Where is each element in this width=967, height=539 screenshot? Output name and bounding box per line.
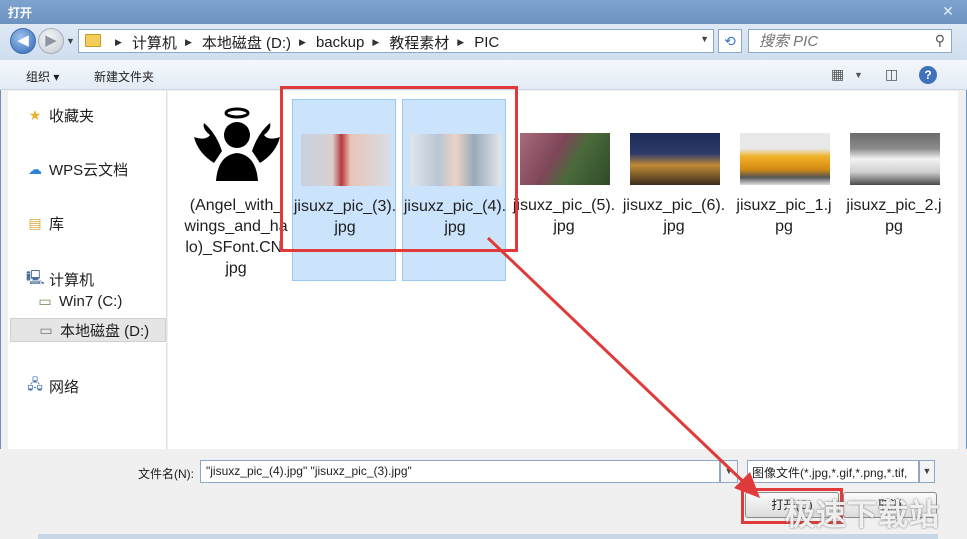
file-name: (Angel_with_wings_and_halo)_SFont.CN.jpg (184, 197, 288, 277)
file-item[interactable]: jisuxz_pic_1.jpg (732, 99, 836, 281)
file-name: jisuxz_pic_1.jpg (736, 197, 832, 235)
view-dropdown-icon[interactable]: ▼ (854, 70, 863, 80)
file-name: jisuxz_pic_2.jpg (846, 197, 942, 235)
file-type-select[interactable]: 图像文件(*.jpg,*.gif,*.png,*.tif, (747, 460, 919, 483)
filename-dropdown-icon[interactable]: ▼ (720, 460, 738, 483)
view-icon[interactable]: ▦ (831, 66, 844, 83)
nav-label: Win7 (C:) (59, 293, 123, 310)
nav-favorites[interactable]: ★ 收藏夹 (26, 105, 94, 126)
file-thumbnail (192, 103, 282, 189)
file-item[interactable]: jisuxz_pic_2.jpg (842, 99, 946, 281)
file-thumbnail (630, 133, 720, 185)
file-thumbnail (740, 133, 830, 185)
chevron-right-icon[interactable]: ▶ (457, 37, 464, 48)
nav-libraries[interactable]: ▤ 库 (26, 213, 64, 234)
organize-button[interactable]: 组织 ▾ (26, 68, 59, 85)
crumb-drive-d[interactable]: 本地磁盘 (D:) (202, 32, 291, 53)
star-icon: ★ (28, 107, 42, 123)
nav-label: 网络 (49, 378, 80, 396)
navigation-pane: ★ 收藏夹 ☁ WPS云文档 ▤ 库 🖳 计算机 ▭ Win7 (C:) ▭ 本… (8, 91, 167, 449)
file-thumbnail (520, 133, 610, 185)
new-folder-button[interactable]: 新建文件夹 (94, 68, 154, 85)
drive-icon: ▭ (39, 321, 53, 338)
nav-wps-cloud[interactable]: ☁ WPS云文档 (26, 159, 128, 180)
close-icon[interactable]: ✕ (939, 2, 957, 20)
nav-label: 库 (49, 216, 65, 233)
nav-label: 收藏夹 (49, 108, 95, 125)
filename-label: 文件名(N): (138, 467, 194, 481)
file-name: jisuxz_pic_(6).jpg (622, 197, 726, 235)
nav-network[interactable]: 🖧 网络 (26, 374, 79, 398)
computer-icon: 🖳 (26, 269, 45, 285)
search-input[interactable] (759, 32, 919, 50)
nav-label: 本地磁盘 (D:) (60, 322, 150, 340)
file-item[interactable]: (Angel_with_wings_and_halo)_SFont.CN.jpg (184, 99, 288, 281)
chevron-right-icon[interactable]: ▶ (372, 37, 379, 48)
watermark-text: 极速下载站 (785, 499, 940, 532)
bottom-strip (38, 534, 938, 539)
refresh-button[interactable]: ⟲ (718, 29, 742, 53)
nav-label: 计算机 (49, 271, 95, 289)
window-title: 打开 (8, 6, 33, 20)
preview-pane-icon[interactable]: ◫ (885, 66, 898, 83)
crumb-pic[interactable]: PIC (474, 34, 499, 51)
search-icon[interactable]: ⚲ (935, 32, 945, 49)
breadcrumb: ▶ 计算机 ▶ 本地磁盘 (D:) ▶ backup ▶ 教程素材 ▶ PIC (107, 32, 499, 52)
refresh-icon: ⟲ (724, 33, 736, 49)
address-dropdown-icon[interactable]: ▼ (700, 34, 709, 44)
address-row: ◀ ▶ ▼ ▶ 计算机 ▶ 本地磁盘 (D:) ▶ backup ▶ 教程素材 … (0, 24, 967, 60)
crumb-tutorial[interactable]: 教程素材 (389, 32, 449, 53)
nav-label: WPS云文档 (49, 162, 129, 179)
search-box[interactable]: ⚲ (748, 29, 952, 53)
filename-input[interactable]: "jisuxz_pic_(4).jpg" "jisuxz_pic_(3).jpg… (200, 460, 720, 483)
chevron-right-icon[interactable]: ▶ (185, 37, 192, 48)
crumb-computer[interactable]: 计算机 (132, 32, 177, 53)
system-drive-icon: ▭ (38, 293, 52, 309)
nav-drive-c[interactable]: ▭ Win7 (C:) (36, 293, 122, 310)
folder-icon (85, 34, 101, 47)
file-item[interactable]: jisuxz_pic_(5).jpg (512, 99, 616, 281)
crumb-backup[interactable]: backup (316, 34, 364, 51)
file-thumbnail (850, 133, 940, 185)
file-type-dropdown-icon[interactable]: ▼ (919, 460, 935, 483)
help-icon[interactable]: ? (919, 66, 937, 84)
chevron-right-icon[interactable]: ▶ (115, 37, 122, 48)
address-bar[interactable]: ▶ 计算机 ▶ 本地磁盘 (D:) ▶ backup ▶ 教程素材 ▶ PIC … (78, 29, 714, 53)
chevron-right-icon[interactable]: ▶ (299, 37, 306, 48)
title-bar: 打开 ✕ (0, 0, 967, 24)
library-icon: ▤ (28, 215, 42, 231)
back-button[interactable]: ◀ (10, 28, 36, 54)
history-dropdown-icon[interactable]: ▼ (66, 36, 75, 46)
nav-computer[interactable]: 🖳 计算机 (26, 267, 94, 291)
cloud-icon: ☁ (28, 161, 42, 177)
file-item[interactable]: jisuxz_pic_(6).jpg (622, 99, 726, 281)
angel-icon (194, 107, 280, 181)
selection-highlight (280, 86, 518, 252)
file-name: jisuxz_pic_(5).jpg (512, 197, 616, 235)
forward-button[interactable]: ▶ (38, 28, 64, 54)
nav-drive-d[interactable]: ▭ 本地磁盘 (D:) (10, 318, 166, 342)
network-icon: 🖧 (27, 376, 43, 392)
